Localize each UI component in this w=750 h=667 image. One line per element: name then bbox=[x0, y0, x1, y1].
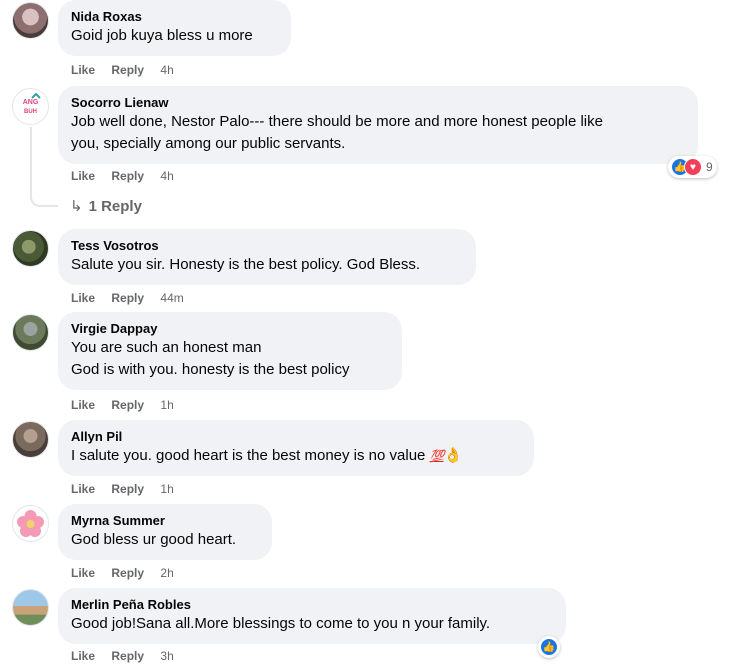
reactions-summary[interactable]: 👍 bbox=[538, 636, 560, 658]
comment-actions: Like Reply 2h bbox=[71, 565, 187, 581]
avatar[interactable]: ANG BUH bbox=[12, 88, 49, 125]
comment-bubble: Allyn Pil I salute you. good heart is th… bbox=[58, 420, 534, 476]
reply-arrow-icon: ↳ bbox=[70, 198, 83, 215]
svg-text:ANG: ANG bbox=[23, 99, 39, 106]
reply-button[interactable]: Reply bbox=[111, 482, 144, 496]
svg-text:BUH: BUH bbox=[24, 109, 37, 115]
comment-text: Job well done, Nestor Palo--- there shou… bbox=[71, 113, 603, 152]
comment-text-body: I salute you. good heart is the best mon… bbox=[71, 447, 426, 464]
reply-button[interactable]: Reply bbox=[111, 398, 144, 412]
avatar[interactable] bbox=[12, 505, 49, 542]
avatar[interactable] bbox=[12, 230, 49, 267]
comment-author[interactable]: Nida Roxas bbox=[71, 8, 278, 25]
reactions-summary[interactable]: 👍 ♥ 9 bbox=[668, 156, 717, 178]
comment-bubble: Tess Vosotros Salute you sir. Honesty is… bbox=[58, 229, 476, 285]
hundred-points-emoji: 💯 bbox=[429, 449, 445, 463]
reactions-count: 9 bbox=[706, 160, 713, 174]
avatar[interactable] bbox=[12, 421, 49, 458]
view-replies-link[interactable]: ↳ 1 Reply bbox=[70, 197, 142, 215]
comment-time[interactable]: 3h bbox=[160, 649, 173, 663]
avatar[interactable] bbox=[12, 589, 49, 626]
comment-text: God bless ur good heart. bbox=[71, 531, 237, 548]
like-button[interactable]: Like bbox=[71, 169, 95, 183]
angat-buhay-logo: ANG BUH bbox=[23, 92, 41, 115]
avatar[interactable] bbox=[12, 314, 49, 351]
replies-count: 1 Reply bbox=[88, 198, 142, 215]
like-button[interactable]: Like bbox=[71, 291, 95, 305]
reply-button[interactable]: Reply bbox=[111, 649, 144, 663]
comment-author[interactable]: Allyn Pil bbox=[71, 428, 521, 445]
comment-time[interactable]: 4h bbox=[160, 63, 173, 77]
comment-bubble: Myrna Summer God bless ur good heart. bbox=[58, 504, 272, 560]
comment-text: I salute you. good heart is the best mon… bbox=[71, 445, 521, 467]
comment-time[interactable]: 1h bbox=[160, 482, 173, 496]
comment-bubble: Virgie Dappay You are such an honest man… bbox=[58, 312, 402, 390]
reply-button[interactable]: Reply bbox=[111, 169, 144, 183]
like-button[interactable]: Like bbox=[71, 649, 95, 663]
like-button[interactable]: Like bbox=[71, 482, 95, 496]
comment-text: You are such an honest man God is with y… bbox=[71, 339, 350, 378]
comment-actions: Like Reply 3h bbox=[71, 648, 187, 664]
thread-connector bbox=[30, 193, 58, 207]
comment-bubble: Nida Roxas Goid job kuya bless u more bbox=[58, 0, 291, 56]
comment-text: Goid job kuya bless u more bbox=[71, 27, 253, 44]
comment-actions: Like Reply 4h bbox=[71, 62, 187, 78]
comment-text: Good job!Sana all.More blessings to come… bbox=[71, 615, 491, 632]
comment-time[interactable]: 1h bbox=[160, 398, 173, 412]
comment-time[interactable]: 4h bbox=[160, 169, 173, 183]
comment-author[interactable]: Tess Vosotros bbox=[71, 237, 463, 254]
reply-button[interactable]: Reply bbox=[111, 63, 144, 77]
comment-actions: Like Reply 1h bbox=[71, 397, 187, 413]
ok-hand-emoji: 👌 bbox=[443, 447, 463, 464]
like-button[interactable]: Like bbox=[71, 398, 95, 412]
thread-line bbox=[30, 127, 32, 193]
like-button[interactable]: Like bbox=[71, 63, 95, 77]
flower-icon bbox=[17, 510, 44, 537]
comment-actions: Like Reply 4h bbox=[71, 168, 187, 184]
comment-author[interactable]: Merlin Peña Robles bbox=[71, 596, 553, 613]
love-reaction-icon: ♥ bbox=[684, 158, 702, 176]
comment-author[interactable]: Myrna Summer bbox=[71, 512, 259, 529]
like-reaction-icon: 👍 bbox=[540, 638, 558, 656]
comment-time[interactable]: 44m bbox=[160, 291, 183, 305]
comment-actions: Like Reply 44m bbox=[71, 290, 197, 306]
comment-bubble: Merlin Peña Robles Good job!Sana all.Mor… bbox=[58, 588, 566, 644]
reply-button[interactable]: Reply bbox=[111, 291, 144, 305]
comment-actions: Like Reply 1h bbox=[71, 481, 187, 497]
comment-author[interactable]: Virgie Dappay bbox=[71, 320, 389, 337]
avatar[interactable] bbox=[12, 2, 49, 39]
like-button[interactable]: Like bbox=[71, 566, 95, 580]
comment-author[interactable]: Socorro Lienaw bbox=[71, 94, 685, 111]
comment-time[interactable]: 2h bbox=[160, 566, 173, 580]
reply-button[interactable]: Reply bbox=[111, 566, 144, 580]
comment-text: Salute you sir. Honesty is the best poli… bbox=[71, 256, 421, 273]
comment-bubble: Socorro Lienaw Job well done, Nestor Pal… bbox=[58, 86, 698, 164]
